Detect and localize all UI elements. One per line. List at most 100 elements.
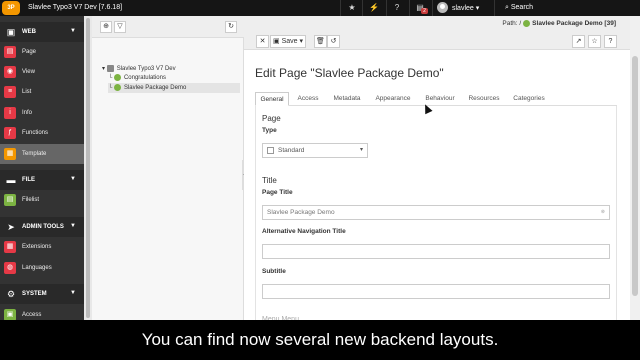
- tab-bar: General Access Metadata Appearance Behav…: [255, 92, 617, 106]
- page-icon: [113, 73, 121, 81]
- toolbar-divider: [362, 0, 363, 16]
- toolbar-divider: [409, 0, 410, 16]
- module-item-view[interactable]: ◉ View: [0, 62, 84, 82]
- file-icon: ▬: [6, 175, 16, 185]
- module-group-label: WEB: [22, 29, 36, 35]
- module-item-label: Extensions: [22, 244, 52, 250]
- module-item-label: Filelist: [22, 197, 40, 203]
- scrollbar-thumb[interactable]: [632, 56, 638, 296]
- nav-title-input[interactable]: [262, 244, 610, 259]
- tree-node[interactable]: └ Congratulations: [108, 73, 166, 83]
- page-icon: ▤: [4, 46, 16, 58]
- type-label: Type: [262, 127, 277, 134]
- module-item-label: Info: [22, 110, 33, 116]
- rocket-icon: ➤: [7, 222, 15, 232]
- tree-node-label: Slavlee Package Demo: [123, 85, 187, 91]
- tree-branch-icon: └: [108, 75, 113, 81]
- search-label: Search: [510, 4, 534, 11]
- history-button[interactable]: ↺: [327, 35, 340, 48]
- filter-button[interactable]: ▽: [114, 21, 126, 33]
- save-label: Save: [281, 38, 298, 45]
- chevron-down-icon: ▼: [70, 28, 76, 34]
- save-button[interactable]: ▣ Save ▾: [270, 35, 306, 48]
- module-group-label: FILE: [22, 177, 35, 183]
- module-item-label: List: [22, 89, 32, 95]
- list-icon: ≡: [4, 86, 16, 98]
- star-icon: ☆: [591, 38, 598, 45]
- close-button[interactable]: ✕: [256, 35, 269, 48]
- refresh-button[interactable]: ↻: [225, 21, 237, 33]
- main-content: Edit Page "Slavlee Package Demo" General…: [244, 50, 630, 360]
- module-item-filelist[interactable]: ▤ Filelist: [0, 190, 84, 210]
- subtitle-input[interactable]: [262, 284, 610, 299]
- user-menu[interactable]: slavlee ▾: [452, 4, 479, 12]
- module-group-system[interactable]: ⚙ SYSTEM ▼: [0, 284, 84, 304]
- help-icon: ?: [608, 38, 613, 45]
- page-icon: [113, 83, 121, 91]
- tree-node-selected[interactable]: └ Slavlee Package Demo: [108, 83, 240, 93]
- chevron-down-icon: ▼: [70, 223, 76, 229]
- new-page-button[interactable]: ⊕: [100, 21, 112, 33]
- web-icon: ▣: [6, 27, 16, 37]
- delete-button[interactable]: 🗑: [314, 35, 327, 48]
- module-item-list[interactable]: ≡ List: [0, 82, 84, 102]
- view-icon: ◉: [4, 66, 16, 78]
- top-bar: 3P Slavlee Typo3 V7 Dev [7.6.18] ★ ⚡ ? ▤…: [0, 0, 640, 16]
- toolbar-divider: [340, 0, 341, 16]
- user-avatar[interactable]: [437, 2, 448, 13]
- tab-categories[interactable]: Categories: [507, 92, 551, 106]
- page-type-icon: [267, 146, 274, 154]
- module-item-languages[interactable]: ◍ Languages: [0, 258, 84, 278]
- section-title-page: Page: [262, 114, 281, 123]
- toolbar-divider: [432, 0, 433, 16]
- close-icon: ✕: [259, 38, 266, 45]
- path-prefix: Path: /: [502, 20, 522, 28]
- page-title-label: Page Title: [262, 189, 293, 196]
- module-group-file[interactable]: ▬ FILE ▼: [0, 170, 84, 190]
- search-button[interactable]: ⌕ Search: [505, 4, 533, 12]
- bookmark-button[interactable]: ☆: [588, 35, 601, 48]
- info-icon: i: [4, 107, 16, 119]
- page-title: Edit Page "Slavlee Package Demo": [255, 66, 444, 80]
- username-label: slavlee: [452, 5, 474, 12]
- module-menu-scrollbar[interactable]: [84, 16, 92, 360]
- app-title: Slavlee Typo3 V7 Dev [7.6.18]: [28, 4, 123, 11]
- globe-icon: [106, 64, 114, 72]
- help-icon[interactable]: ?: [392, 3, 402, 13]
- path-page[interactable]: Slavlee Package Demo [39]: [532, 20, 616, 27]
- page-title-input[interactable]: Slavlee Package Demo ⊗: [262, 205, 610, 220]
- tree-expand-icon[interactable]: ▾: [102, 66, 105, 72]
- tab-appearance[interactable]: Appearance: [369, 92, 417, 106]
- module-group-web[interactable]: ▣ WEB ▼: [0, 22, 84, 42]
- save-icon: ▣: [273, 38, 282, 45]
- help-button[interactable]: ?: [604, 35, 617, 48]
- module-item-page[interactable]: ▤ Page: [0, 42, 84, 62]
- nav-title-label: Alternative Navigation Title: [262, 228, 346, 235]
- template-icon: ▦: [4, 148, 16, 160]
- tree-node-label: Slavlee Typo3 V7 Dev: [116, 66, 176, 72]
- tab-metadata[interactable]: Metadata: [327, 92, 367, 106]
- tab-resources[interactable]: Resources: [463, 92, 505, 106]
- clear-input-icon[interactable]: ⊗: [601, 206, 605, 219]
- module-item-extensions[interactable]: ▦ Extensions: [0, 237, 84, 257]
- caption-bar: You can find now several new backend lay…: [0, 320, 640, 360]
- type-select[interactable]: Standard ▾: [262, 143, 368, 158]
- tab-general[interactable]: General: [255, 92, 289, 106]
- main-scrollbar[interactable]: [630, 16, 640, 360]
- typo3-logo[interactable]: 3P: [2, 1, 20, 15]
- tree-node-label: Congratulations: [123, 75, 166, 81]
- subtitle-label: Subtitle: [262, 268, 286, 275]
- module-item-functions[interactable]: ƒ Functions: [0, 123, 84, 143]
- scrollbar-thumb[interactable]: [86, 18, 90, 318]
- module-item-template[interactable]: ▦ Template: [0, 144, 84, 164]
- section-title-title: Title: [262, 176, 277, 185]
- bookmark-star-icon[interactable]: ★: [347, 3, 357, 13]
- module-item-label: Template: [22, 151, 47, 157]
- module-group-admin-tools[interactable]: ➤ ADMIN TOOLS ▼: [0, 217, 84, 237]
- flash-icon[interactable]: ⚡: [369, 3, 379, 13]
- module-item-label: Page: [22, 49, 37, 55]
- open-external-button[interactable]: ↗: [572, 35, 585, 48]
- history-icon: ↺: [330, 38, 337, 45]
- tab-access[interactable]: Access: [291, 92, 325, 106]
- module-item-info[interactable]: i Info: [0, 103, 84, 123]
